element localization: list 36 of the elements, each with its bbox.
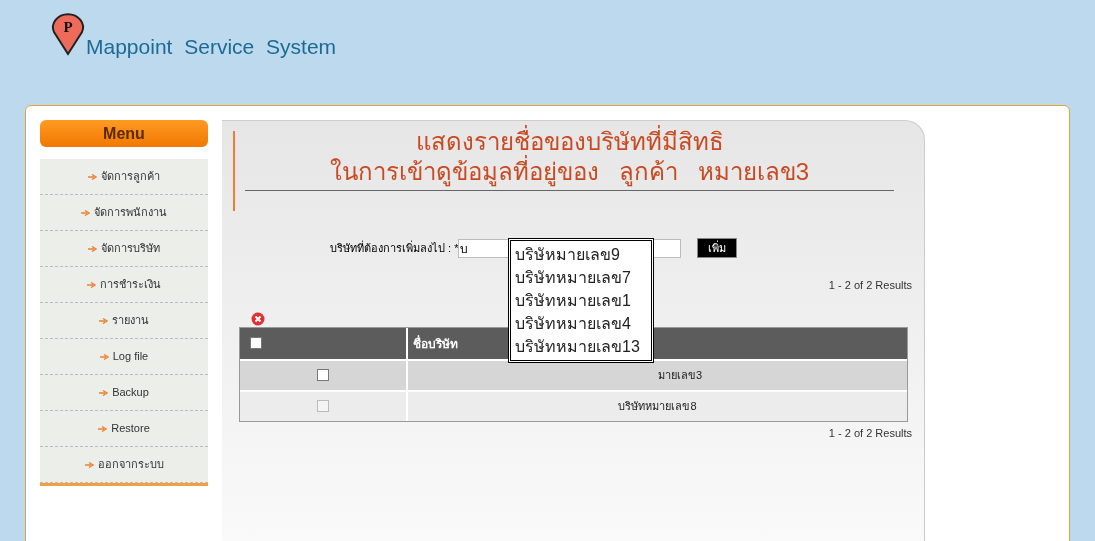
menu-item[interactable]: Log file: [40, 339, 208, 375]
arrow-icon: [88, 245, 97, 252]
arrow-icon: [98, 425, 108, 432]
checkbox[interactable]: [250, 337, 262, 349]
arrow-icon: [99, 353, 109, 360]
menu-item[interactable]: จัดการพนักงาน: [40, 195, 208, 231]
arrow-icon: [99, 389, 109, 396]
menu-header: Menu: [40, 120, 208, 147]
menu-item[interactable]: จัดการบริษัท: [40, 231, 208, 267]
suggestion-item[interactable]: บริษัทหมายเลข7: [515, 266, 647, 289]
suggestion-item[interactable]: บริษัหมายเลข9: [515, 243, 647, 266]
menu-item[interactable]: Restore: [40, 411, 208, 447]
arrow-icon: [81, 209, 90, 216]
field-label: บริษัทที่ต้องการเพิ่มลงไป : *: [330, 239, 459, 256]
menu-item[interactable]: Backup: [40, 375, 208, 411]
site-title: Mappoint Service System: [86, 34, 337, 60]
arrow-icon: [84, 461, 94, 468]
table-cell-text: บริษัทหมายเลข8: [618, 398, 697, 414]
menu-item[interactable]: ออกจากระบบ: [40, 447, 208, 483]
arrow-icon: [99, 317, 108, 324]
delete-icon[interactable]: [251, 311, 265, 326]
page-title: ในการเข้าดูข้อมูลที่อยู่ของ ลูกค้า หมายเลข3: [245, 157, 894, 187]
menu-item[interactable]: การชำระเงิน: [40, 267, 208, 303]
suggestion-item[interactable]: บริษัทหมายเลข4: [515, 312, 647, 335]
suggestion-item[interactable]: บริษัทหมายเลข13: [515, 335, 647, 358]
menu-item[interactable]: จัดการลูกค้า: [40, 159, 208, 195]
results-count: 1 - 2 of 2 Results: [828, 278, 912, 293]
suggestion-item[interactable]: บริษัทหมายเลข1: [515, 289, 647, 312]
arrow-icon: [88, 173, 97, 180]
column-header: ชื่อบริษัท: [412, 334, 458, 353]
results-count: 1 - 2 of 2 Results: [828, 425, 912, 441]
arrow-icon: [87, 281, 96, 288]
checkbox[interactable]: [317, 369, 329, 381]
table-cell-text: มายเลข3: [658, 367, 703, 383]
add-button[interactable]: เพิ่ม: [697, 238, 738, 258]
menu-item[interactable]: รายงาน: [40, 303, 208, 339]
